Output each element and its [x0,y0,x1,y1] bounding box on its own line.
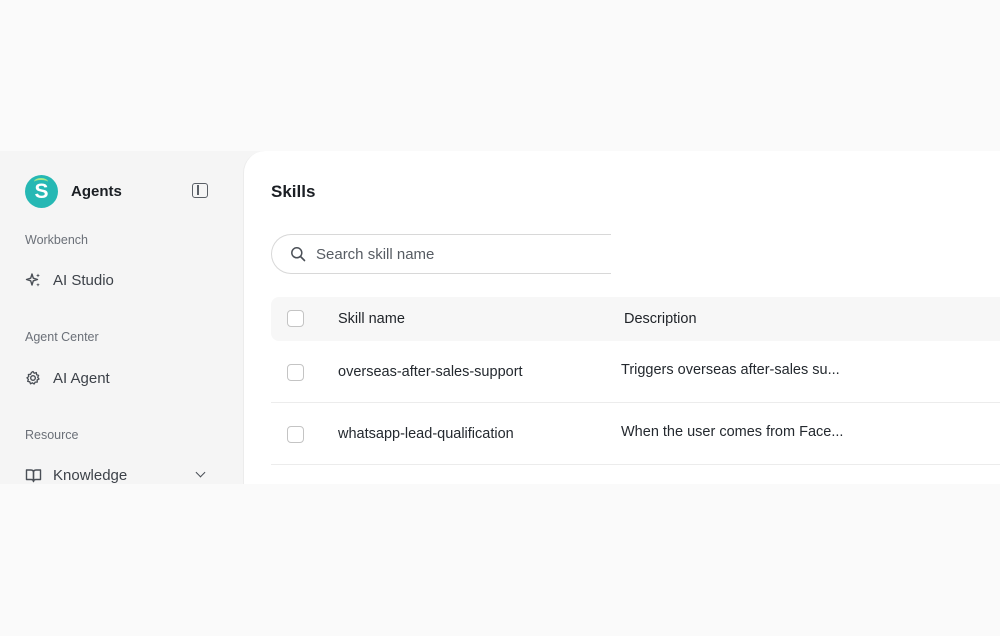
sidebar-item-label: AI Agent [53,369,110,387]
sidebar: S Agents Workbench AI Studio Agent Cente… [0,151,243,484]
section-label-resource: Resource [25,428,79,442]
row-checkbox[interactable] [287,426,304,443]
sidebar-item-knowledge[interactable]: Knowledge [24,461,214,484]
row-checkbox[interactable] [287,364,304,381]
brand-title: Agents [71,183,122,200]
section-label-workbench: Workbench [25,233,88,247]
section-label-agent-center: Agent Center [25,330,99,344]
page-title: Skills [271,182,316,201]
skill-name-cell[interactable]: whatsapp-lead-qualification [338,426,514,442]
description-cell: Triggers overseas after-sales su... [621,362,840,378]
sidebar-item-label: Knowledge [53,466,128,484]
search-box[interactable] [271,234,611,274]
search-icon [291,247,306,262]
description-cell: When the user comes from Face... [621,424,844,440]
brand-logo: S [25,175,58,208]
brand: S Agents [25,175,122,208]
logo-signal-arc [34,178,48,186]
skill-name-cell[interactable]: overseas-after-sales-support [338,364,523,380]
column-header-skill-name[interactable]: Skill name [338,311,405,327]
chevron-down-icon[interactable] [195,467,206,478]
book-icon [24,466,42,484]
table-header: Skill name Description [271,297,1000,341]
sidebar-toggle-icon[interactable] [192,183,208,198]
sidebar-item-label: AI Studio [53,271,114,289]
main-content: Skills Skill name Description overseas-a… [243,151,1000,484]
app-window: S Agents Workbench AI Studio Agent Cente… [0,151,1000,484]
search-input[interactable] [316,245,596,263]
sidebar-item-ai-agent[interactable]: AI Agent [24,364,214,392]
gear-icon [24,369,42,387]
select-all-checkbox[interactable] [287,310,304,327]
sparkles-icon [24,271,42,289]
table-row[interactable]: overseas-after-sales-support Triggers ov… [271,341,1000,403]
column-header-description[interactable]: Description [624,311,697,327]
table-row[interactable]: whatsapp-lead-qualification When the use… [271,403,1000,465]
sidebar-item-ai-studio[interactable]: AI Studio [24,266,214,294]
